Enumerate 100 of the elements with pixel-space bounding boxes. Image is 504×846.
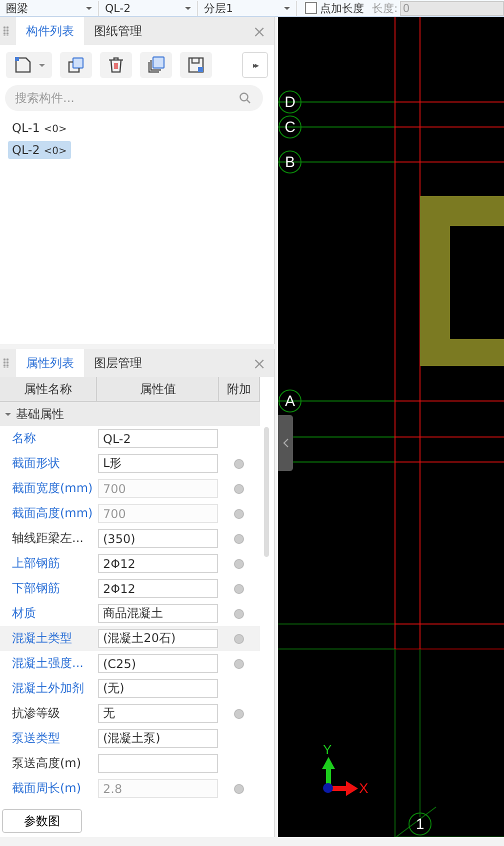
attach-dot-icon[interactable] [234,708,244,718]
property-value-field[interactable]: (无) [98,679,218,698]
property-value-field[interactable]: QL-2 [98,429,218,448]
attach-dot-icon[interactable] [234,584,244,594]
panel-tab[interactable]: 图层管理 [84,349,152,377]
axis-label: 1 [416,816,424,833]
property-value-field[interactable] [98,754,218,773]
property-row[interactable]: 抗渗等级 无 [0,701,260,726]
new-button[interactable] [6,52,52,78]
checkbox[interactable] [305,2,317,14]
x-axis-label: X [359,780,368,796]
property-name: 上部钢筋 [11,555,61,572]
property-value-field[interactable]: 2Φ12 [98,579,218,598]
property-name: 截面周长(m) [11,780,82,797]
column-header: 属性值 [97,377,220,401]
property-name: 轴线距梁左... [11,530,84,547]
attach-dot-icon[interactable] [234,558,244,568]
property-value-field[interactable]: L形 [98,454,218,473]
property-name: 截面形状 [11,455,61,472]
trash-icon [106,55,126,75]
attach-dot-icon[interactable] [234,534,244,544]
property-value-field[interactable]: 无 [98,704,218,723]
delete-button[interactable] [100,52,132,78]
new-file-icon [13,55,33,75]
property-name: 抗渗等级 [11,705,61,722]
caret-icon [185,6,191,12]
beam-section-shape[interactable] [420,196,504,366]
drag-handle-icon[interactable] [3,26,9,36]
property-value-field[interactable]: (混凝土20石) [98,629,218,648]
property-row[interactable]: 轴线距梁左... (350) [0,526,260,551]
dropdown[interactable]: 圈梁 [0,0,99,16]
property-value-field[interactable]: (混凝土泵) [98,729,218,748]
drawing-canvas[interactable]: D C B A 1 Y X [278,17,504,837]
parameter-diagram-button[interactable]: 参数图 [2,809,82,833]
drag-handle-icon[interactable] [3,358,9,368]
property-name: 泵送类型 [11,730,61,747]
property-row[interactable]: 上部钢筋 2Φ12 [0,551,260,576]
property-name: 混凝土强度... [11,655,84,672]
caret-icon [86,6,92,12]
axis-label-circle [408,812,432,836]
copy-icon [66,55,86,75]
group-row[interactable]: 基础属性 [0,402,260,426]
axis-label-circle [278,116,302,138]
floppy-icon [186,55,206,75]
panel-tab[interactable]: 属性列表 [16,349,84,377]
property-row[interactable]: 混凝土类型 (混凝土20石) [0,626,260,651]
dropdown[interactable]: 分层1 [198,0,297,16]
axis-label: B [285,154,295,171]
origin-dot [323,783,333,793]
caret-icon [5,412,11,418]
property-value-field[interactable]: 2Φ12 [98,554,218,573]
component-item[interactable]: QL-2 <0> [8,141,71,159]
property-value-field[interactable]: (350) [98,529,218,548]
property-value-field[interactable]: (C25) [98,654,218,673]
copy-button[interactable] [60,52,92,78]
layers-icon [146,55,166,75]
attach-dot-icon[interactable] [234,608,244,618]
attach-dot-icon[interactable] [234,458,244,468]
column-header: 附加 [219,377,260,401]
save-button[interactable] [180,52,212,78]
checkbox-label: 点加长度 [320,0,364,16]
property-name: 下部钢筋 [11,580,61,597]
property-name: 名称 [11,430,37,447]
collapse-handle[interactable] [278,415,293,471]
attach-dot-icon[interactable] [234,634,244,644]
length-label: 长度: [372,0,398,16]
property-row[interactable]: 名称 QL-2 [0,426,260,451]
property-row[interactable]: 泵送高度(m) [0,751,260,776]
property-row[interactable]: 混凝土外加剂 (无) [0,676,260,701]
property-row[interactable]: 截面形状 L形 [0,451,260,476]
chevron-left-icon [282,438,288,448]
axis-label-circle [278,390,302,412]
property-row[interactable]: 泵送类型 (混凝土泵) [0,726,260,751]
dropdown[interactable]: QL-2 [99,0,198,16]
column-header: 属性名称 [0,377,98,401]
property-name: 截面宽度(mm) [11,480,94,497]
search-icon [239,92,251,104]
property-name: 材质 [11,605,37,622]
component-item[interactable]: QL-1 <0> [8,119,71,137]
more-button[interactable]: ▸▸ [242,52,268,78]
property-row[interactable]: 混凝土强度... (C25) [0,651,260,676]
caret-icon [284,6,290,12]
attach-dot-icon[interactable] [234,658,244,668]
property-value-field[interactable]: 商品混凝土 [98,604,218,623]
axis-label: D [284,94,296,111]
panel-tab[interactable]: 构件列表 [16,17,84,45]
property-name: 混凝土外加剂 [11,680,85,697]
panel-tab[interactable]: 图纸管理 [84,17,152,45]
property-name: 混凝土类型 [11,630,73,647]
copy-to-button[interactable] [140,52,172,78]
axis-label: C [284,119,296,136]
y-axis-label: Y [323,742,332,757]
property-row[interactable]: 材质 商品混凝土 [0,601,260,626]
group-label: 基础属性 [16,406,64,422]
property-name: 泵送高度(m) [11,755,82,772]
axis-label-circle [278,90,302,114]
axis-label: A [285,393,295,410]
property-row[interactable]: 下部钢筋 2Φ12 [0,576,260,601]
axis-label-circle [278,150,302,174]
search-field[interactable]: 搜索构件... [5,85,263,111]
